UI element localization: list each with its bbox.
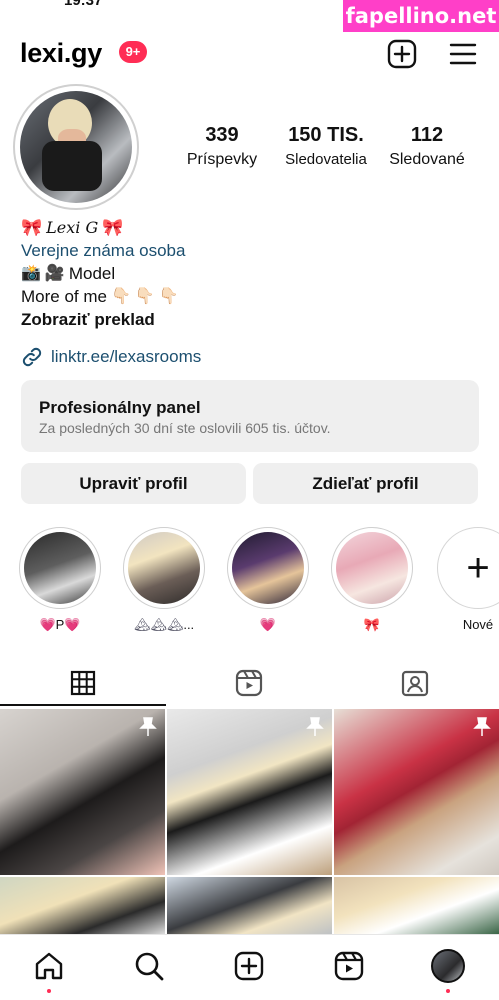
new-highlight[interactable]: + Nové bbox=[436, 527, 499, 632]
new-highlight-caption: Nové bbox=[462, 617, 494, 632]
watermark: fapellino.net bbox=[343, 0, 499, 32]
post-thumbnail[interactable] bbox=[334, 877, 499, 935]
new-post-icon[interactable] bbox=[386, 38, 418, 70]
edit-profile-button[interactable]: Upraviť profil bbox=[21, 463, 246, 504]
link-icon bbox=[21, 346, 43, 368]
display-name: Lexi G bbox=[46, 218, 99, 237]
bow-icon: 🎀 bbox=[102, 218, 124, 237]
highlight-caption: 💗 bbox=[259, 617, 277, 632]
tagged-icon bbox=[401, 670, 429, 697]
stat-following-label: Sledované bbox=[389, 151, 465, 168]
highlight-item[interactable]: 💗P💗 bbox=[18, 527, 102, 633]
post-thumbnail[interactable] bbox=[167, 877, 332, 935]
stat-posts-label: Príspevky bbox=[186, 151, 258, 168]
pointing-down-icon: 👇🏻 bbox=[134, 288, 155, 305]
stat-posts[interactable]: 339 Príspevky bbox=[182, 124, 262, 169]
pro-panel-subtitle: Za posledných 30 dní ste oslovili 605 ti… bbox=[39, 420, 331, 436]
stat-following[interactable]: 112 Sledované bbox=[382, 124, 472, 169]
plus-icon: + bbox=[466, 546, 490, 590]
profile-avatar-ring[interactable] bbox=[13, 84, 139, 210]
profile-avatar[interactable] bbox=[20, 91, 132, 203]
bow-icon: 🎀 bbox=[21, 218, 43, 237]
grid-icon bbox=[70, 670, 96, 696]
top-bar: lexi.gy 9+ bbox=[0, 36, 499, 72]
stat-followers-value: 150 TIS. bbox=[288, 124, 364, 146]
reels-icon[interactable] bbox=[332, 949, 366, 983]
search-icon[interactable] bbox=[132, 949, 166, 983]
stat-posts-value: 339 bbox=[205, 124, 239, 146]
active-tab-indicator bbox=[0, 704, 166, 706]
highlight-caption: 🏔🏔🏔... bbox=[133, 617, 195, 632]
highlight-caption: 🎀 bbox=[363, 617, 381, 632]
reels-icon bbox=[235, 669, 263, 697]
highlight-cover bbox=[336, 532, 408, 604]
pro-panel-title: Profesionálny panel bbox=[39, 398, 201, 417]
notification-dot bbox=[47, 989, 51, 993]
tab-grid[interactable] bbox=[0, 660, 166, 706]
bio-name-line: 🎀 Lexi G 🎀 bbox=[21, 216, 481, 239]
tab-tagged[interactable] bbox=[332, 660, 498, 706]
share-profile-button[interactable]: Zdieľať profil bbox=[253, 463, 478, 504]
link-text[interactable]: linktr.ee/lexasrooms bbox=[51, 347, 201, 367]
video-camera-icon: 🎥 bbox=[44, 265, 65, 282]
menu-icon[interactable] bbox=[447, 38, 479, 70]
highlight-caption: 💗P💗 bbox=[39, 617, 81, 632]
bottom-nav bbox=[0, 934, 499, 1000]
professional-dashboard[interactable]: Profesionálny panel Za posledných 30 dní… bbox=[21, 380, 479, 452]
translate-link[interactable]: Zobraziť preklad bbox=[21, 308, 481, 331]
camera-icon: 📸 bbox=[21, 265, 41, 282]
highlight-item[interactable]: 🏔🏔🏔... bbox=[122, 527, 206, 633]
story-highlights: 💗P💗 🏔🏔🏔... 💗 🎀 + Nové bbox=[0, 527, 499, 637]
stat-following-value: 112 bbox=[410, 124, 444, 146]
profile-tabs bbox=[0, 660, 499, 706]
highlight-cover bbox=[24, 532, 96, 604]
tab-reels[interactable] bbox=[166, 660, 332, 706]
bio-model-text: Model bbox=[68, 264, 116, 283]
notification-dot bbox=[446, 989, 450, 993]
post-thumbnail[interactable] bbox=[0, 709, 165, 875]
highlight-cover bbox=[128, 532, 200, 604]
bio-link[interactable]: linktr.ee/lexasrooms bbox=[21, 346, 201, 368]
post-thumbnail[interactable] bbox=[0, 877, 165, 935]
bio-more-text: More of me bbox=[21, 287, 107, 306]
create-icon[interactable] bbox=[232, 949, 266, 983]
bio: 🎀 Lexi G 🎀 Verejne známa osoba 📸 🎥 Model… bbox=[21, 216, 481, 331]
notification-badge[interactable]: 9+ bbox=[119, 41, 147, 63]
highlight-item[interactable]: 💗 bbox=[226, 527, 310, 633]
bio-more-line: More of me 👇🏻 👇🏻 👇🏻 bbox=[21, 285, 481, 308]
pointing-down-icon: 👇🏻 bbox=[158, 288, 179, 305]
username[interactable]: lexi.gy bbox=[20, 38, 102, 69]
post-thumbnail[interactable] bbox=[334, 709, 499, 875]
pointing-down-icon: 👇🏻 bbox=[110, 288, 131, 305]
profile-stats: 339 Príspevky 150 TIS. Sledovatelia 112 … bbox=[172, 124, 482, 174]
bio-category[interactable]: Verejne známa osoba bbox=[21, 239, 481, 262]
pin-icon bbox=[473, 717, 491, 736]
stat-followers[interactable]: 150 TIS. Sledovatelia bbox=[276, 124, 376, 168]
pin-icon bbox=[306, 717, 324, 736]
status-time: 19:37 bbox=[64, 0, 103, 9]
profile-avatar-nav[interactable] bbox=[431, 949, 465, 983]
post-grid bbox=[0, 709, 499, 935]
stat-followers-label: Sledovatelia bbox=[285, 151, 367, 168]
highlight-cover bbox=[232, 532, 304, 604]
pin-icon bbox=[139, 717, 157, 736]
highlight-item[interactable]: 🎀 bbox=[330, 527, 414, 633]
home-icon[interactable] bbox=[32, 949, 66, 983]
bio-model-line: 📸 🎥 Model bbox=[21, 262, 481, 285]
post-thumbnail[interactable] bbox=[167, 709, 332, 875]
